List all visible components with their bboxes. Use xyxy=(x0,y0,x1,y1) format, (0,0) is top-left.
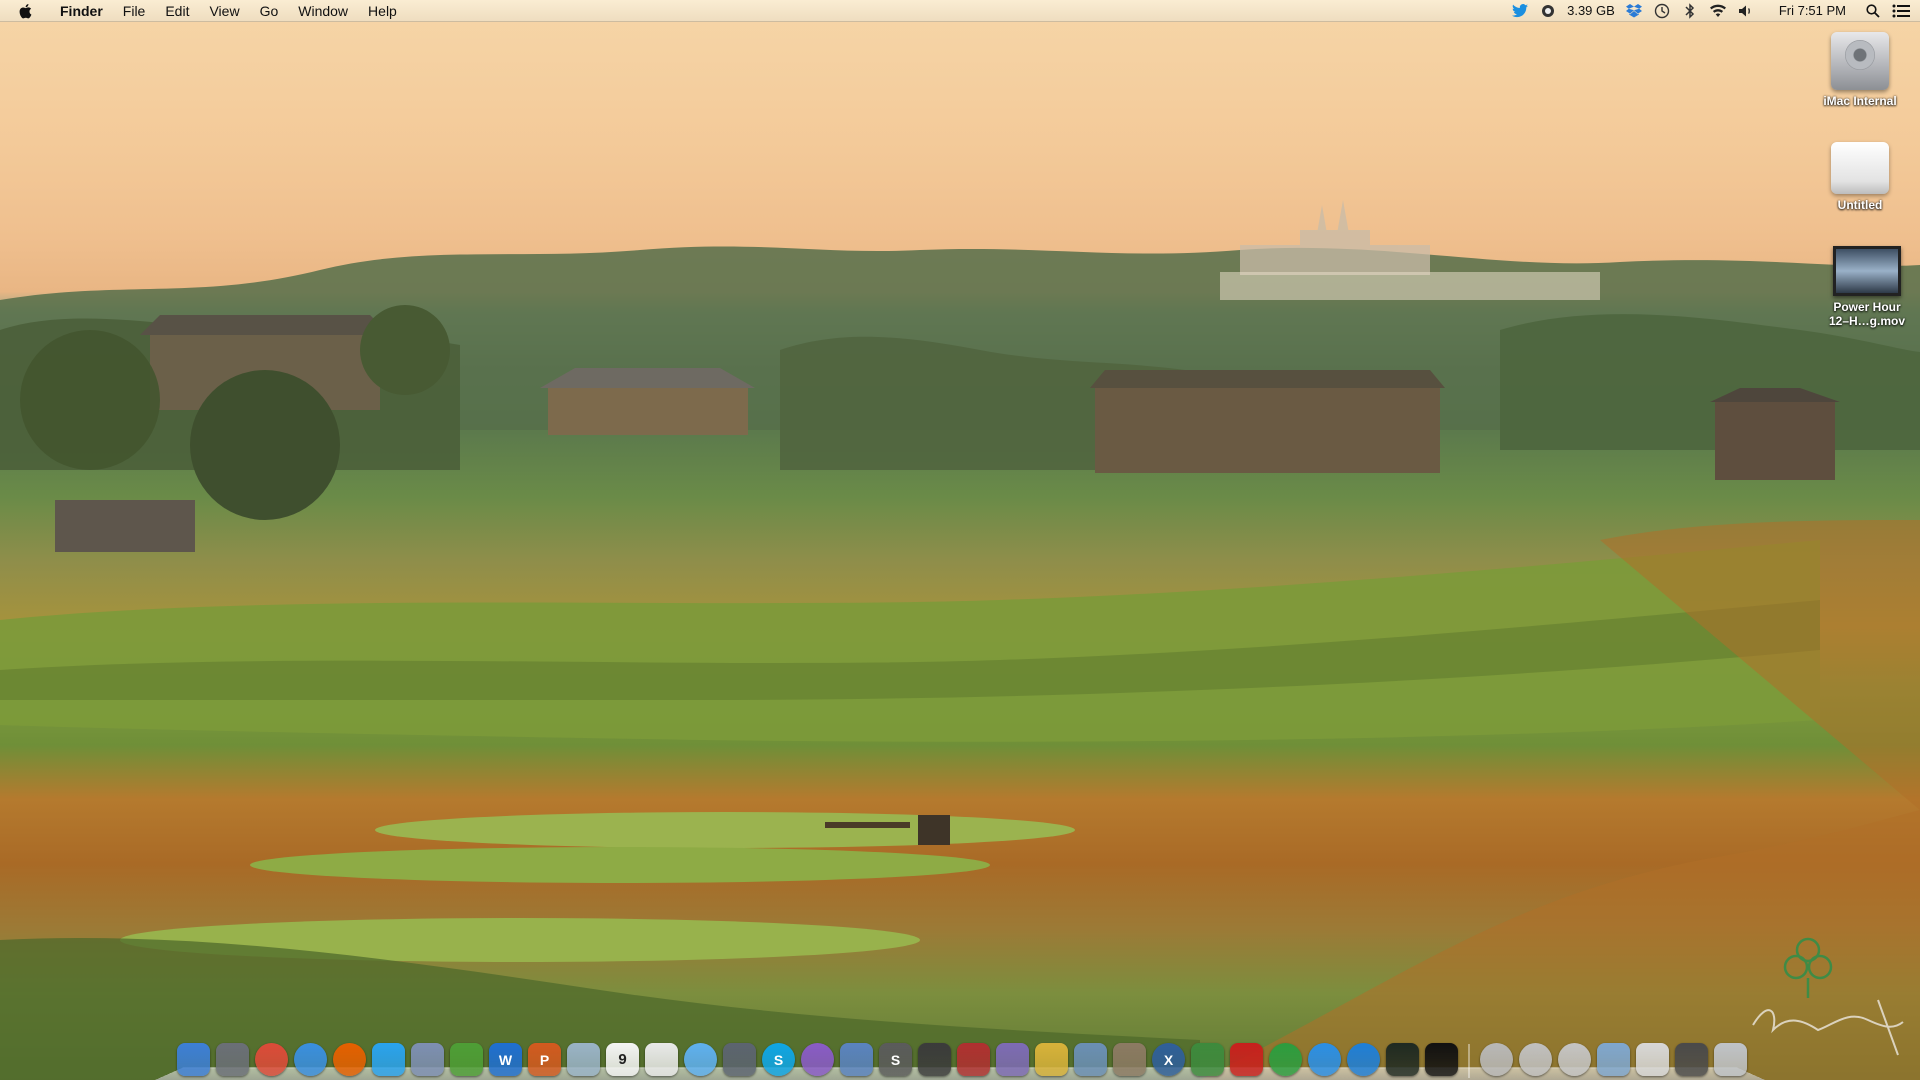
folder-stack-icon[interactable] xyxy=(1597,1043,1630,1076)
memory-icon[interactable] xyxy=(1539,2,1557,20)
siri-icon[interactable] xyxy=(801,1043,834,1076)
hard-drive-icon xyxy=(1831,32,1889,90)
volume-icon[interactable] xyxy=(1737,2,1755,20)
finder-icon[interactable] xyxy=(177,1043,210,1076)
app-store-icon[interactable] xyxy=(1347,1043,1380,1076)
x11-icon[interactable]: X xyxy=(1152,1043,1185,1076)
dropbox-icon[interactable] xyxy=(1625,2,1643,20)
trash-icon[interactable] xyxy=(1714,1043,1747,1076)
web-stack-icon[interactable] xyxy=(1636,1043,1669,1076)
menu-help[interactable]: Help xyxy=(358,0,407,22)
screenshots-stack-icon[interactable] xyxy=(1675,1043,1708,1076)
desktop[interactable]: Finder File Edit View Go Window Help 3.3… xyxy=(0,0,1920,1080)
dock: WP 9 S S X xyxy=(155,1036,1765,1080)
pokerstars-icon[interactable] xyxy=(1230,1043,1263,1076)
desktop-icon-label: Untitled xyxy=(1837,198,1883,212)
movie-file-icon xyxy=(1833,246,1901,296)
firefox-icon[interactable] xyxy=(333,1043,366,1076)
documents-stack-icon[interactable] xyxy=(1519,1043,1552,1076)
menu-file[interactable]: File xyxy=(113,0,156,22)
applications-stack-icon[interactable] xyxy=(1558,1043,1591,1076)
desktop-icon-label-line1: Power Hour xyxy=(1833,300,1901,314)
photo-booth-icon[interactable] xyxy=(957,1043,990,1076)
mail-stamp-icon[interactable] xyxy=(411,1043,444,1076)
menu-window[interactable]: Window xyxy=(288,0,358,22)
apple-icon[interactable] xyxy=(18,2,34,20)
menu-clock[interactable]: Fri 7:51 PM xyxy=(1779,0,1846,22)
word-icon[interactable]: W xyxy=(489,1043,522,1076)
desktop-icon-imac-internal[interactable]: iMac Internal xyxy=(1805,32,1915,108)
menu-bar: Finder File Edit View Go Window Help 3.3… xyxy=(0,0,1920,22)
facetime-icon[interactable] xyxy=(723,1043,756,1076)
pineapple-icon[interactable] xyxy=(1035,1043,1068,1076)
launchpad-icon[interactable] xyxy=(216,1043,249,1076)
powerpoint-icon[interactable]: P xyxy=(528,1043,561,1076)
memory-clean-icon[interactable] xyxy=(1191,1043,1224,1076)
itunes-icon[interactable] xyxy=(1308,1043,1341,1076)
menu-view[interactable]: View xyxy=(199,0,249,22)
activity-monitor-icon[interactable] xyxy=(1386,1043,1419,1076)
time-machine-icon[interactable] xyxy=(1653,2,1671,20)
wallpaper-scenery xyxy=(0,200,1920,1080)
twitter-icon[interactable] xyxy=(372,1043,405,1076)
terminal-icon[interactable] xyxy=(1425,1043,1458,1076)
downloads-stack-icon[interactable] xyxy=(1480,1043,1513,1076)
gimp-icon[interactable] xyxy=(1113,1043,1146,1076)
bluetooth-icon[interactable] xyxy=(1681,2,1699,20)
chrome-icon[interactable] xyxy=(255,1043,288,1076)
memory-readout[interactable]: 3.39 GB xyxy=(1567,0,1615,22)
menu-go[interactable]: Go xyxy=(250,0,289,22)
desktop-icon-power-hour-movie[interactable]: Power Hour 12–H…g.mov xyxy=(1812,246,1920,328)
desktop-icon-label: iMac Internal xyxy=(1823,94,1897,108)
wifi-icon[interactable] xyxy=(1709,2,1727,20)
preview-icon[interactable] xyxy=(567,1043,600,1076)
skype-icon[interactable]: S xyxy=(762,1043,795,1076)
final-cut-icon[interactable] xyxy=(918,1043,951,1076)
desktop-icon-label-line2: 12–H…g.mov xyxy=(1828,314,1906,328)
dock-separator xyxy=(1468,1044,1470,1078)
imovie-icon[interactable] xyxy=(996,1043,1029,1076)
spotify-icon[interactable] xyxy=(1269,1043,1302,1076)
app-menu-finder[interactable]: Finder xyxy=(54,0,113,22)
xcode-icon[interactable] xyxy=(840,1043,873,1076)
iphoto-icon[interactable] xyxy=(1074,1043,1107,1076)
messages-icon[interactable] xyxy=(684,1043,717,1076)
external-drive-icon xyxy=(1831,142,1889,194)
spotlight-icon[interactable] xyxy=(1864,2,1882,20)
safari-icon[interactable] xyxy=(294,1043,327,1076)
evernote-icon[interactable] xyxy=(450,1043,483,1076)
desktop-icon-untitled[interactable]: Untitled xyxy=(1805,142,1915,212)
shamrock-signature-watermark xyxy=(1752,937,1904,1056)
menu-edit[interactable]: Edit xyxy=(155,0,199,22)
sublime-text-icon[interactable]: S xyxy=(879,1043,912,1076)
notification-center-icon[interactable] xyxy=(1892,2,1910,20)
twitter-icon[interactable] xyxy=(1511,2,1529,20)
textedit-icon[interactable] xyxy=(645,1043,678,1076)
calendar-icon[interactable]: 9 xyxy=(606,1043,639,1076)
dock-items: WP 9 S S X xyxy=(177,1036,1747,1080)
